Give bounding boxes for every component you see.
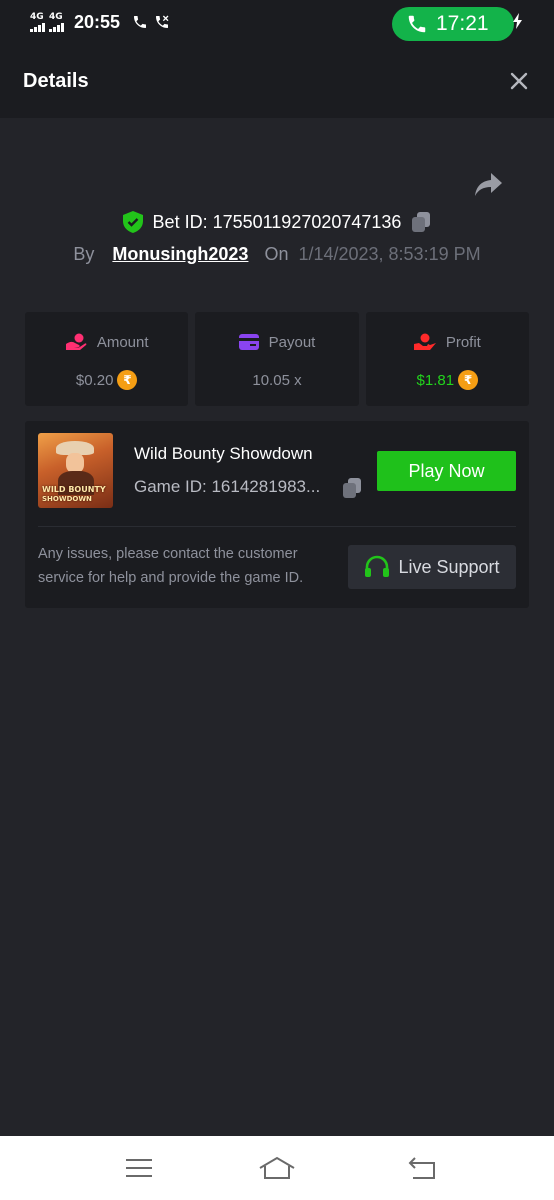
- signal-bars-icon: [49, 22, 64, 32]
- payout-card: Payout 10.05 x: [195, 312, 359, 406]
- back-icon: [408, 1157, 435, 1179]
- bet-owner-row: By Monusingh2023 On 1/14/2023, 8:53:19 P…: [0, 240, 554, 268]
- game-name: Wild Bounty Showdown: [134, 444, 313, 463]
- game-thumbnail[interactable]: WILD BOUNTY SHOWDOWN: [38, 433, 113, 508]
- profit-card: Profit $1.81 ₹: [365, 312, 529, 406]
- live-support-button[interactable]: Live Support: [348, 545, 516, 589]
- status-time: 20:55: [74, 11, 121, 32]
- profit-value: $1.81: [416, 371, 455, 389]
- network-type-label: 4G: [49, 11, 63, 22]
- bet-datetime: 1/14/2023, 8:53:19 PM: [298, 243, 481, 264]
- profit-hand-icon: [413, 333, 436, 350]
- amount-card: Amount $0.20 ₹: [25, 312, 189, 406]
- close-button[interactable]: [506, 68, 532, 94]
- home-icon: [259, 1156, 295, 1179]
- game-id: Game ID: 1614281983...: [134, 477, 321, 496]
- menu-icon: [126, 1159, 152, 1177]
- amount-value: $0.20: [75, 371, 114, 389]
- share-button[interactable]: [474, 170, 504, 198]
- system-nav-bar: [0, 1136, 554, 1200]
- details-header: Details: [0, 44, 554, 118]
- signal-bars-icon: [30, 22, 45, 32]
- copy-icon: [343, 478, 361, 498]
- live-support-label: Live Support: [398, 556, 500, 577]
- money-hand-icon: [65, 333, 87, 350]
- payout-label: Payout: [268, 333, 316, 351]
- menu-nav-button[interactable]: [121, 1154, 157, 1182]
- by-label: By: [73, 243, 95, 264]
- call-timer: 17:21: [436, 12, 489, 35]
- amount-label: Amount: [96, 333, 149, 351]
- phone-icon: [408, 15, 426, 33]
- home-nav-button[interactable]: [259, 1154, 295, 1182]
- headset-icon: [365, 555, 390, 577]
- username-link[interactable]: Monusingh2023: [112, 244, 248, 265]
- support-hint-text: Any issues, please contact the customer …: [38, 546, 304, 586]
- close-icon: [510, 72, 528, 90]
- signal-indicator-2: 4G: [49, 11, 64, 32]
- game-card: WILD BOUNTY SHOWDOWN Wild Bounty Showdow…: [25, 421, 529, 608]
- wallet-icon: [238, 334, 259, 350]
- rupee-coin-icon: ₹: [458, 370, 479, 390]
- shield-check-icon: [122, 211, 143, 233]
- bet-id-row: Bet ID: 1755011927020747136: [0, 208, 554, 236]
- page-title: Details: [23, 69, 89, 92]
- profit-label: Profit: [445, 333, 481, 351]
- thumbnail-title-line1: WILD BOUNTY: [42, 485, 106, 494]
- ongoing-call-pill[interactable]: 17:21: [392, 7, 514, 41]
- copy-game-id-button[interactable]: [342, 477, 362, 499]
- share-icon: [475, 173, 502, 196]
- play-now-button[interactable]: Play Now: [377, 451, 516, 491]
- on-label: On: [264, 243, 289, 264]
- copy-icon: [412, 212, 431, 232]
- signal-indicator-1: 4G: [30, 11, 45, 32]
- copy-bet-id-button[interactable]: [411, 211, 431, 233]
- phone-icon: [134, 16, 147, 28]
- back-nav-button[interactable]: [404, 1154, 440, 1182]
- network-type-label: 4G: [30, 11, 44, 22]
- bet-id: Bet ID: 1755011927020747136: [152, 211, 402, 232]
- charging-icon: [513, 13, 522, 29]
- rupee-coin-icon: ₹: [117, 370, 138, 390]
- bet-stats: Amount $0.20 ₹ Payout 10.05 x Profit $1.…: [25, 312, 529, 406]
- payout-value: 10.05 x: [252, 371, 302, 389]
- divider: [38, 526, 516, 527]
- thumbnail-title-line2: SHOWDOWN: [42, 495, 92, 503]
- missed-call-icon: [156, 15, 169, 28]
